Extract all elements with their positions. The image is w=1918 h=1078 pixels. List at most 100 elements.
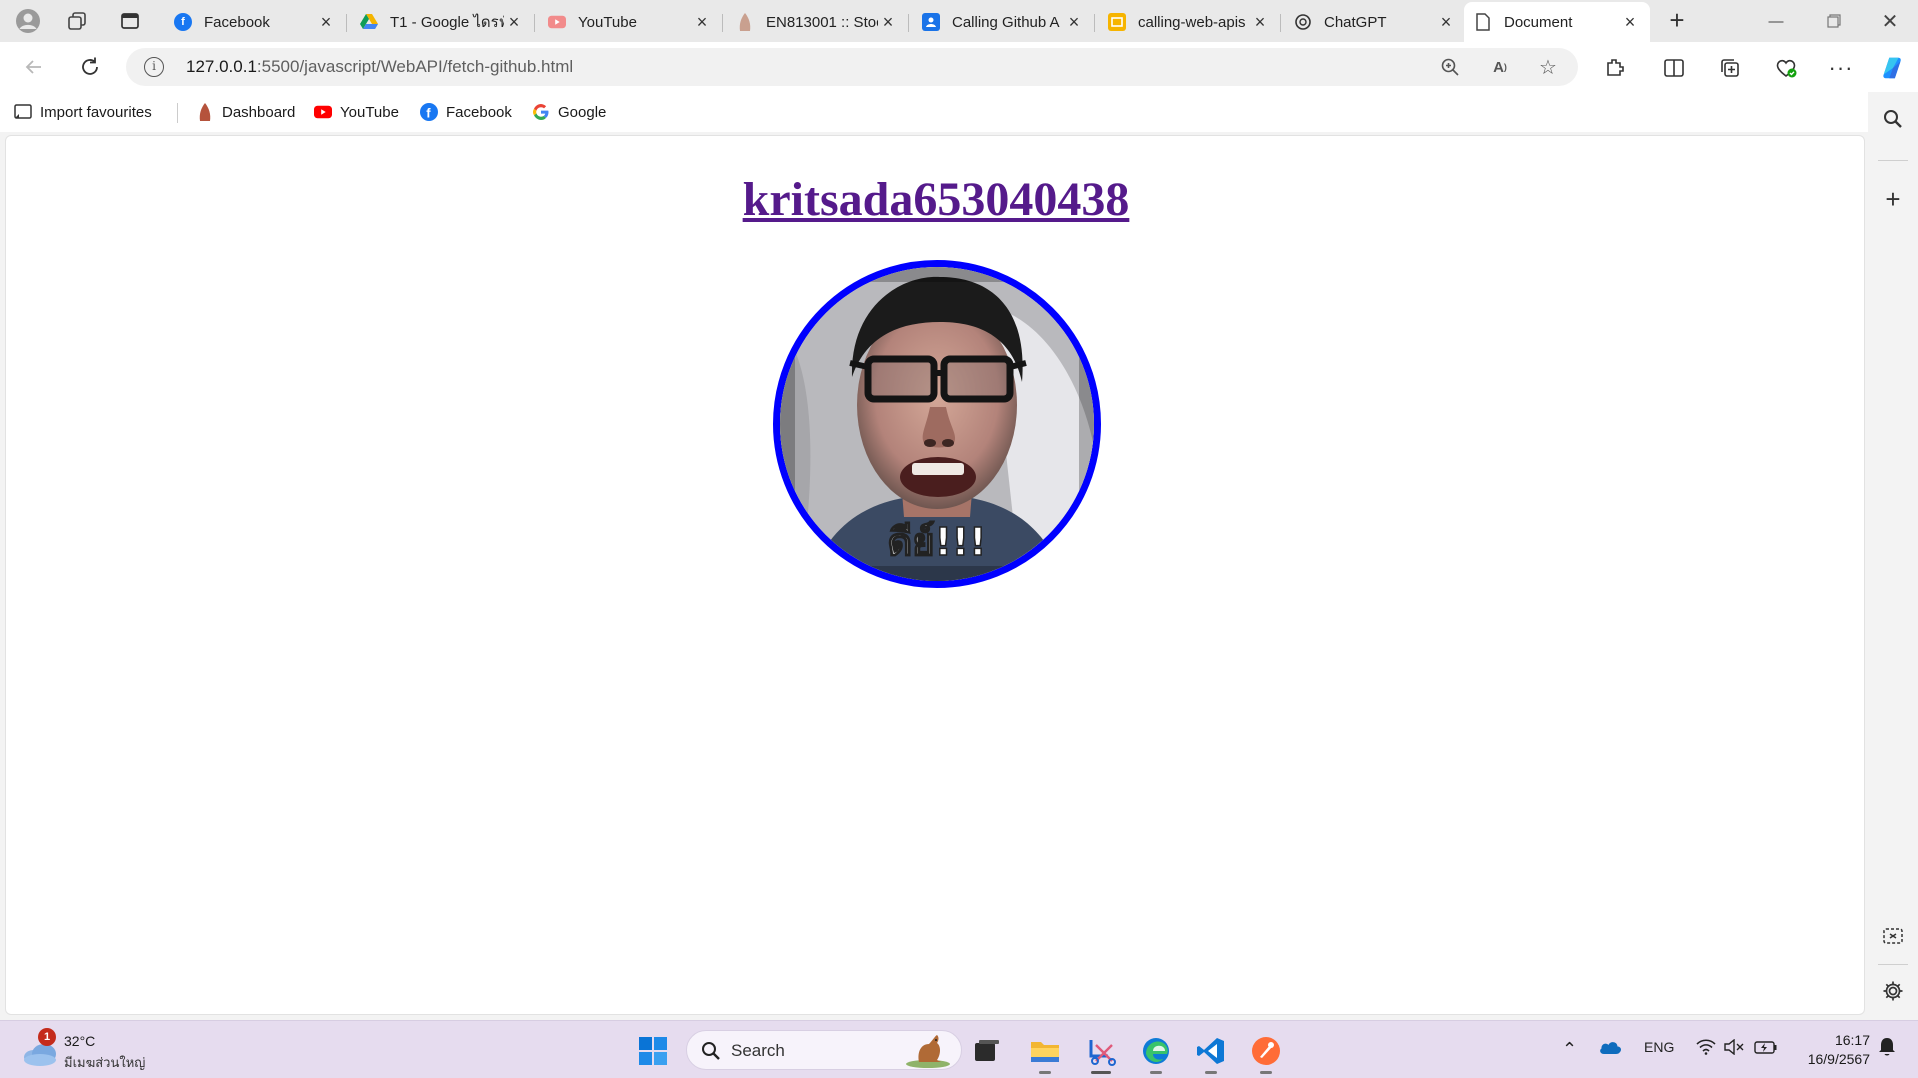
tab-document[interactable]: Document × [1464, 2, 1650, 42]
taskbar-edge[interactable] [1139, 1034, 1173, 1074]
kangaroo-search-highlight-icon [906, 1035, 950, 1068]
windows-logo-icon [639, 1037, 667, 1065]
weather-temperature: 32°C [64, 1033, 96, 1049]
bookmark-label: Dashboard [222, 103, 296, 121]
workspaces-button[interactable] [59, 5, 95, 37]
taskbar-search-box[interactable]: Search [686, 1030, 962, 1070]
taskbar-file-explorer[interactable] [1028, 1034, 1062, 1074]
sidebar-settings-icon[interactable] [1880, 978, 1906, 1004]
notifications-bell-icon[interactable] [1878, 1037, 1896, 1061]
sidebar-search-icon[interactable] [1880, 106, 1906, 132]
restore-button[interactable] [1806, 0, 1862, 42]
sidebar-screenshot-icon[interactable] [1880, 924, 1906, 950]
tab-youtube[interactable]: YouTube × [538, 4, 723, 40]
battery-icon[interactable] [1754, 1039, 1778, 1059]
bookmark-facebook[interactable]: f Facebook [420, 101, 512, 123]
close-window-button[interactable]: ✕ [1862, 0, 1918, 42]
close-icon[interactable]: × [1064, 12, 1084, 33]
tab-divider [534, 14, 535, 32]
address-bar[interactable]: i 127.0.0.1:5500/javascript/WebAPI/fetch… [126, 48, 1578, 86]
tab-label: calling-web-apis [1138, 13, 1246, 31]
profile-icon [16, 9, 40, 33]
bookmark-dashboard[interactable]: Dashboard [196, 101, 295, 123]
input-language[interactable]: ENG [1644, 1039, 1674, 1055]
copilot-icon[interactable] [1880, 55, 1906, 81]
tab-actions-button[interactable] [112, 5, 148, 37]
site-info-icon[interactable]: i [144, 57, 164, 77]
onedrive-icon[interactable] [1598, 1039, 1622, 1059]
moodle-icon [736, 13, 754, 31]
start-button[interactable] [636, 1034, 670, 1068]
sidebar-add-icon[interactable]: + [1880, 184, 1906, 214]
tab-label: YouTube [578, 13, 637, 31]
tab-label: ChatGPT [1324, 13, 1387, 31]
search-label: Search [731, 1041, 785, 1060]
close-icon[interactable]: × [692, 12, 712, 33]
close-icon[interactable]: × [316, 12, 336, 33]
refresh-icon [82, 57, 98, 75]
svg-text:f: f [426, 106, 431, 121]
url-text[interactable]: 127.0.0.1:5500/javascript/WebAPI/fetch-g… [186, 57, 573, 77]
bookmark-google[interactable]: Google [532, 101, 606, 123]
tab-facebook[interactable]: f Facebook × [164, 4, 347, 40]
read-aloud-icon[interactable]: A) [1488, 55, 1512, 79]
taskbar-vscode[interactable] [1194, 1034, 1228, 1074]
profile-avatar[interactable] [10, 5, 46, 37]
bookmark-label: Google [558, 103, 607, 121]
minimize-button[interactable]: — [1748, 0, 1804, 42]
import-icon [14, 103, 32, 121]
tab-calling-github[interactable]: Calling Github A × [912, 4, 1095, 40]
youtube-icon [548, 13, 566, 31]
back-button[interactable] [16, 50, 52, 84]
restore-icon [1827, 14, 1841, 28]
facebook-icon: f [420, 103, 438, 121]
page-viewport: kritsada653040438 ดีย์!!! [5, 135, 1865, 1015]
clock-date: 16/9/2567 [1807, 1051, 1870, 1067]
tab-divider [1280, 14, 1281, 32]
show-hidden-icons-button[interactable]: ⌃ [1562, 1039, 1577, 1060]
bookmark-youtube[interactable]: YouTube [314, 101, 399, 123]
taskbar-postman[interactable] [1249, 1034, 1283, 1074]
system-clock[interactable]: 16:17 16/9/2567 [1790, 1031, 1870, 1069]
browser-toolbar: i 127.0.0.1:5500/javascript/WebAPI/fetch… [0, 42, 1918, 92]
url-host: 127.0.0.1 [186, 57, 257, 76]
more-menu-icon[interactable]: ··· [1828, 55, 1854, 81]
github-username-heading: kritsada653040438 [6, 172, 1864, 227]
github-profile-link[interactable]: kritsada653040438 [743, 173, 1130, 226]
browser-essentials-icon[interactable] [1773, 55, 1799, 81]
clock-time: 16:17 [1834, 1032, 1870, 1048]
close-icon[interactable]: × [504, 12, 524, 33]
bookmark-import-favourites[interactable]: Import favourites [14, 101, 152, 123]
split-screen-icon[interactable] [1661, 55, 1687, 81]
collections-icon[interactable] [1717, 55, 1743, 81]
refresh-button[interactable] [72, 50, 108, 84]
bookmark-label: Facebook [446, 103, 512, 121]
back-arrow-icon [25, 60, 41, 74]
tab-chatgpt[interactable]: ChatGPT × [1284, 4, 1466, 40]
new-tab-button[interactable]: + [1660, 5, 1694, 37]
task-view-button[interactable] [970, 1034, 1004, 1068]
tab-en813001[interactable]: EN813001 :: Stoc × [726, 4, 909, 40]
task-view-icon [975, 1040, 999, 1061]
close-icon[interactable]: × [1250, 12, 1270, 33]
close-icon[interactable]: × [878, 12, 898, 33]
favorite-star-icon[interactable]: ☆ [1536, 55, 1560, 79]
taskbar-snipping-tool[interactable] [1084, 1034, 1118, 1074]
tab-strip: f Facebook × T1 - Google ไดรฟ์ × YouTube… [0, 0, 1918, 42]
avatar-photo: ดีย์!!! [780, 267, 1094, 581]
close-icon[interactable]: × [1620, 12, 1640, 33]
volume-muted-icon[interactable] [1724, 1038, 1744, 1059]
running-indicator [1150, 1071, 1162, 1074]
zoom-icon[interactable] [1438, 55, 1462, 79]
wifi-icon[interactable] [1696, 1039, 1716, 1059]
extensions-icon[interactable] [1602, 55, 1628, 81]
tab-calling-web-apis[interactable]: calling-web-apis × [1098, 4, 1281, 40]
favorites-bar: Import favourites Dashboard YouTube f Fa… [0, 92, 1868, 132]
tab-divider [346, 14, 347, 32]
close-icon[interactable]: × [1436, 12, 1456, 33]
postman-icon [1252, 1037, 1280, 1065]
tab-google-drive[interactable]: T1 - Google ไดรฟ์ × [350, 4, 535, 40]
youtube-icon [314, 103, 332, 121]
github-avatar: ดีย์!!! [773, 260, 1101, 588]
slides-icon [1108, 13, 1126, 31]
